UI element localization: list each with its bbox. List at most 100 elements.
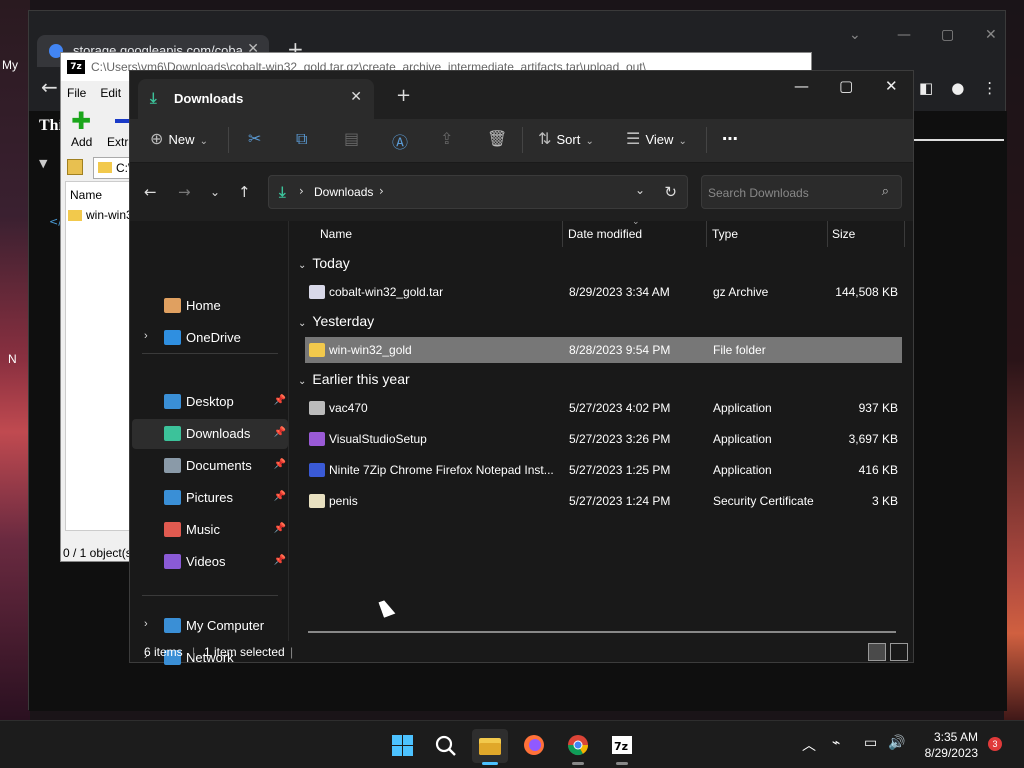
file-row[interactable]: win-win32_gold 8/28/2023 9:54 PM File fold…: [305, 337, 902, 363]
volume-icon[interactable]: 🔊: [888, 735, 905, 751]
document-icon: [164, 458, 181, 473]
back-button[interactable]: ←: [144, 183, 157, 201]
chevron-down-icon[interactable]: ⌄: [849, 27, 861, 43]
minimize-button[interactable]: —: [794, 77, 809, 95]
clock[interactable]: 3:35 AM 8/29/2023: [925, 729, 978, 761]
menu-icon[interactable]: ⋮: [982, 79, 997, 97]
chevron-down-icon[interactable]: ⌄: [298, 376, 306, 387]
sidebar-item-label: Pictures: [186, 490, 233, 505]
minimize-button[interactable]: —: [897, 27, 911, 43]
column-divider[interactable]: [562, 221, 563, 247]
chevron-right-icon[interactable]: ›: [144, 330, 148, 342]
menu-item-edit[interactable]: Edit: [100, 86, 121, 100]
column-header-name[interactable]: Name: [70, 188, 102, 202]
sidebar-item-my-computer[interactable]: › My Computer: [132, 611, 288, 641]
column-divider[interactable]: [904, 221, 905, 247]
profile-icon[interactable]: ●: [951, 79, 964, 97]
chevron-down-icon[interactable]: ⌄: [635, 183, 645, 197]
close-icon[interactable]: ✕: [350, 89, 362, 105]
file-row[interactable]: VisualStudioSetup 5/27/2023 3:26 PM Applic…: [305, 426, 902, 452]
rename-icon[interactable]: Ⓐ: [392, 129, 408, 153]
share-icon[interactable]: ⇪: [440, 129, 453, 148]
sidebar-item-label: Home: [186, 298, 221, 313]
start-button[interactable]: [384, 729, 420, 763]
refresh-icon[interactable]: ↻: [664, 183, 677, 201]
back-button[interactable]: ←: [41, 75, 58, 99]
taskbar-chrome[interactable]: [560, 729, 596, 765]
notification-badge[interactable]: 3: [988, 737, 1002, 751]
maximize-button[interactable]: ▢: [941, 27, 954, 43]
sidebar-item-home[interactable]: Home: [132, 291, 288, 321]
up-button[interactable]: ↑: [238, 183, 251, 201]
file-row[interactable]: Ninite 7Zip Chrome Firefox Notepad Inst.…: [305, 457, 902, 483]
view-button[interactable]: ☰ View ⌄: [626, 129, 687, 148]
file-row[interactable]: vac470 5/27/2023 4:02 PM Application 937 KB: [305, 395, 902, 421]
taskbar-firefox[interactable]: [516, 729, 552, 763]
plus-icon[interactable]: ✚: [71, 109, 91, 133]
file-date: 5/27/2023 1:25 PM: [569, 463, 671, 477]
close-button[interactable]: ✕: [885, 77, 898, 95]
column-header-name[interactable]: Name: [320, 227, 352, 251]
maximize-button[interactable]: ▢: [839, 77, 853, 95]
new-tab-button[interactable]: +: [396, 85, 411, 106]
sidebar-item-downloads[interactable]: Downloads 📌: [132, 419, 288, 449]
tiles-view-button[interactable]: [890, 643, 908, 661]
sidebar-item-documents[interactable]: Documents 📌: [132, 451, 288, 481]
tab-downloads[interactable]: ⤓ Downloads ✕: [138, 79, 374, 119]
sidebar-item-pictures[interactable]: Pictures 📌: [132, 483, 288, 513]
column-divider[interactable]: [827, 221, 828, 247]
taskbar-file-explorer[interactable]: [472, 729, 508, 765]
group-header[interactable]: ⌄ Yesterday: [298, 313, 374, 329]
file-size: 3 KB: [871, 494, 898, 508]
new-button[interactable]: ⊕ New ⌄: [150, 129, 208, 148]
search-button[interactable]: [428, 729, 464, 763]
sort-button[interactable]: ⇅ Sort ⌄: [538, 129, 594, 148]
chevron-right-icon[interactable]: ›: [144, 618, 148, 630]
taskbar-7zip[interactable]: 7z: [604, 729, 640, 765]
details-view-button[interactable]: [868, 643, 886, 661]
file-row[interactable]: penis 5/27/2023 1:24 PM Security Certifica…: [305, 488, 902, 514]
sidebar-item-desktop[interactable]: Desktop 📌: [132, 387, 288, 417]
search-input[interactable]: [708, 183, 868, 203]
paste-icon[interactable]: ▤: [344, 129, 359, 148]
add-button-label[interactable]: Add: [71, 135, 92, 149]
sidebar-item-music[interactable]: Music 📌: [132, 515, 288, 545]
column-header-size[interactable]: Size: [832, 227, 855, 251]
sidebar-icon[interactable]: ◧: [919, 79, 933, 97]
chevron-right-icon[interactable]: ›: [379, 184, 384, 198]
selection-count: 1 item selected: [204, 645, 285, 659]
chevron-down-icon[interactable]: ⌄: [298, 318, 306, 329]
more-options-icon[interactable]: ⋯: [722, 129, 738, 148]
column-divider[interactable]: [706, 221, 707, 247]
copy-icon[interactable]: ⧉: [296, 129, 307, 149]
group-header[interactable]: ⌄ Earlier this year: [298, 371, 410, 387]
network-icon[interactable]: ▭: [864, 735, 877, 751]
horizontal-scrollbar[interactable]: [308, 631, 896, 633]
close-button[interactable]: ✕: [985, 27, 997, 43]
pane-splitter[interactable]: [288, 221, 289, 641]
column-header-type[interactable]: Type: [712, 227, 738, 251]
group-header[interactable]: ⌄ Today: [298, 255, 350, 271]
search-icon[interactable]: ⌕: [882, 184, 889, 199]
folder-up-icon[interactable]: [67, 159, 83, 175]
address-bar[interactable]: ⤓ › Downloads › ⌄ ↻: [268, 175, 688, 209]
list-item[interactable]: win-win3: [68, 208, 133, 222]
column-header-date[interactable]: Date modified: [568, 227, 642, 251]
sidebar-item-videos[interactable]: Videos 📌: [132, 547, 288, 577]
group-label: Earlier this year: [312, 371, 410, 387]
chevron-up-icon[interactable]: ︿: [802, 735, 816, 755]
forward-button[interactable]: →: [178, 183, 191, 201]
recent-locations-button[interactable]: ⌄: [210, 185, 220, 199]
file-row[interactable]: cobalt-win32_gold.tar 8/29/2023 3:34 AM gz…: [305, 279, 902, 305]
tree-expand-icon[interactable]: ▼: [39, 157, 47, 170]
cut-icon[interactable]: ✂: [248, 129, 261, 148]
network-off-icon[interactable]: ⌁: [832, 735, 840, 751]
archive-icon: [309, 285, 325, 299]
minus-icon[interactable]: [115, 119, 129, 123]
chevron-right-icon[interactable]: ›: [299, 184, 304, 198]
sidebar-item-onedrive[interactable]: › OneDrive: [132, 323, 288, 353]
breadcrumb-downloads[interactable]: Downloads: [314, 185, 373, 199]
delete-icon[interactable]: 🗑: [487, 129, 507, 148]
chevron-down-icon[interactable]: ⌄: [298, 260, 306, 271]
menu-item-file[interactable]: File: [67, 86, 86, 100]
